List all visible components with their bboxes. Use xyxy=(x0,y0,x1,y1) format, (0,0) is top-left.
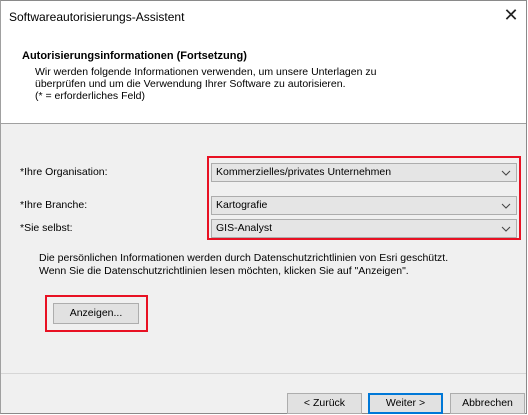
wizard-header: Autorisierungsinformationen (Fortsetzung… xyxy=(1,32,526,124)
footer-divider xyxy=(1,373,526,374)
show-button-highlight xyxy=(45,295,148,332)
cancel-button[interactable]: Abbrechen xyxy=(450,393,525,414)
title-bar: Softwareautorisierungs-Assistent ✕ xyxy=(1,1,526,32)
window-title: Softwareautorisierungs-Assistent xyxy=(9,10,185,24)
back-button[interactable]: < Zurück xyxy=(287,393,362,414)
wizard-window: Softwareautorisierungs-Assistent ✕ Autor… xyxy=(0,0,527,414)
privacy-notice: Die persönlichen Informationen werden du… xyxy=(39,252,449,277)
next-button[interactable]: Weiter > xyxy=(368,393,443,414)
page-title: Autorisierungsinformationen (Fortsetzung… xyxy=(22,50,247,62)
role-label: *Sie selbst: xyxy=(20,222,73,234)
dropdowns-highlight xyxy=(207,156,521,240)
industry-label: *Ihre Branche: xyxy=(20,199,88,211)
organisation-label: *Ihre Organisation: xyxy=(20,166,108,178)
close-icon: ✕ xyxy=(503,5,519,25)
page-description: Wir werden folgende Informationen verwen… xyxy=(35,66,377,102)
close-button[interactable]: ✕ xyxy=(496,1,526,31)
